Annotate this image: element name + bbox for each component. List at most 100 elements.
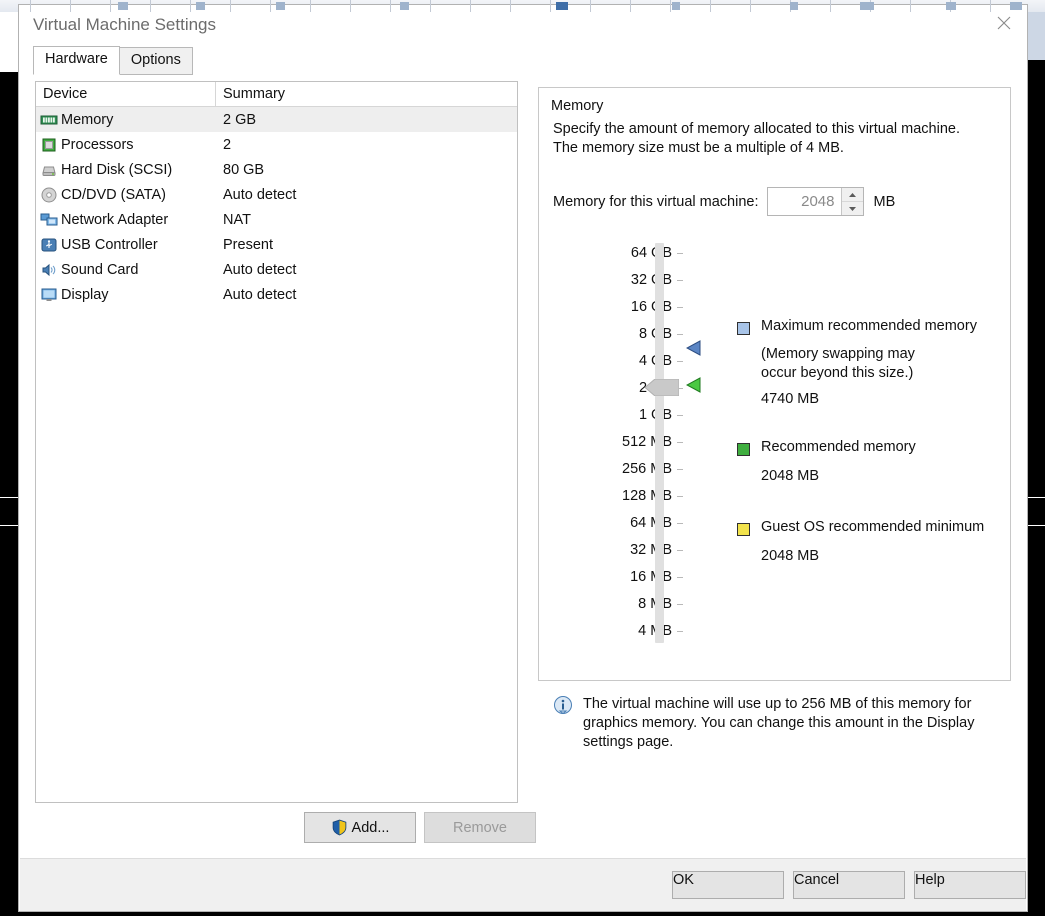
column-header-summary: Summary xyxy=(223,86,286,102)
tick-mark xyxy=(677,306,683,308)
legend-swatch-maximum xyxy=(737,322,750,335)
tab-hardware[interactable]: Hardware xyxy=(33,46,120,75)
background-toolbar-divider xyxy=(390,0,391,12)
graphics-memory-note: The virtual machine will use up to 256 M… xyxy=(552,695,1022,752)
memory-slider-thumb[interactable] xyxy=(644,378,680,397)
page-title: Virtual Machine Settings xyxy=(33,15,217,34)
summary-cell: 2 xyxy=(223,136,232,153)
add-button[interactable]: Add... xyxy=(304,812,416,843)
cd-dvd-icon xyxy=(41,187,57,202)
tick-mark xyxy=(677,495,683,497)
background-toolbar-divider xyxy=(70,0,71,12)
summary-cell: 80 GB xyxy=(223,161,265,178)
close-icon[interactable] xyxy=(981,5,1027,41)
legend-swatch-guest-os xyxy=(737,523,750,536)
device-cell: CD/DVD (SATA) xyxy=(36,186,216,204)
device-row-usb-controller[interactable]: USB Controller Present xyxy=(36,232,517,257)
background-toolbar-icon xyxy=(276,2,285,10)
background-toolbar-divider xyxy=(990,0,991,12)
memory-stepper[interactable] xyxy=(841,188,864,215)
device-row-network-adapter[interactable]: Network Adapter NAT xyxy=(36,207,517,232)
memory-field-row: Memory for this virtual machine: 2048 MB xyxy=(553,187,895,216)
network-adapter-icon xyxy=(40,213,58,225)
device-row-display[interactable]: Display Auto detect xyxy=(36,282,517,307)
device-list-header: Device Summary xyxy=(36,82,517,107)
background-toolbar-icon xyxy=(556,2,568,10)
device-label: Processors xyxy=(61,136,134,153)
background-toolbar-divider xyxy=(350,0,351,12)
device-row-processors[interactable]: Processors 2 xyxy=(36,132,517,157)
device-cell: Memory xyxy=(36,111,216,129)
background-toolbar-divider xyxy=(590,0,591,12)
legend-value-maximum: 4740 MB xyxy=(761,391,820,407)
column-header-device: Device xyxy=(36,82,216,106)
device-cell: Processors xyxy=(36,136,216,154)
scale-label: 16 GB xyxy=(630,299,672,315)
background-toolbar-divider xyxy=(30,0,31,12)
tab-options[interactable]: Options xyxy=(118,47,193,75)
hard-disk-icon xyxy=(42,166,56,176)
background-toolbar-divider xyxy=(670,0,671,12)
tick-mark xyxy=(677,549,683,551)
background-toolbar-divider xyxy=(150,0,151,12)
memory-slider-track[interactable] xyxy=(655,243,664,643)
stepper-up-icon[interactable] xyxy=(842,188,864,202)
tick-mark xyxy=(677,630,683,632)
remove-button[interactable]: Remove xyxy=(424,812,536,843)
device-label: USB Controller xyxy=(61,236,158,253)
summary-cell: Auto detect xyxy=(223,186,297,203)
remove-button-label: Remove xyxy=(453,819,507,836)
add-button-label: Add... xyxy=(351,819,390,836)
device-row-hard-disk[interactable]: Hard Disk (SCSI) 80 GB xyxy=(36,157,517,182)
help-button[interactable]: Help xyxy=(914,871,1026,899)
tick-mark xyxy=(677,576,683,578)
memory-icon xyxy=(40,115,58,124)
background-toolbar-icon xyxy=(1010,2,1022,10)
device-row-memory[interactable]: Memory 2 GB xyxy=(36,107,517,132)
background-toolbar-icon xyxy=(790,2,798,10)
legend-value-guest-os: 2048 MB xyxy=(761,548,820,564)
background-toolbar-icon xyxy=(118,2,128,10)
device-row-sound-card[interactable]: Sound Card Auto detect xyxy=(36,257,517,282)
background-toolbar-icon xyxy=(196,2,205,10)
background-toolbar-divider xyxy=(190,0,191,12)
scale-label: 64 GB xyxy=(630,245,672,261)
summary-cell: Auto detect xyxy=(223,286,297,303)
graphics-memory-note-text: The virtual machine will use up to 256 M… xyxy=(583,696,975,750)
scale-label: 16 MB xyxy=(630,569,672,585)
shield-icon xyxy=(332,819,346,836)
scale-label: 128 MB xyxy=(622,488,672,504)
info-icon xyxy=(554,696,572,715)
screen: Virtual Machine Settings Hardware Option… xyxy=(0,0,1045,916)
legend-swatch-recommended xyxy=(737,443,750,456)
cancel-button[interactable]: Cancel xyxy=(793,871,905,899)
legend-title-maximum: Maximum recommended memory xyxy=(761,318,977,334)
device-cell: Sound Card xyxy=(36,261,216,279)
memory-input[interactable]: 2048 xyxy=(767,187,865,216)
sound-card-icon xyxy=(42,263,56,276)
tick-mark xyxy=(677,522,683,524)
tab-strip: Hardware Options xyxy=(33,46,193,75)
processor-icon xyxy=(42,138,56,151)
maximum-recommended-marker xyxy=(685,340,704,356)
stepper-down-icon[interactable] xyxy=(842,202,863,215)
background-divider-4 xyxy=(1028,525,1045,526)
background-toolbar-divider xyxy=(270,0,271,12)
background-divider-1 xyxy=(0,497,18,498)
device-cell: Network Adapter xyxy=(36,211,216,229)
background-toolbar-divider xyxy=(470,0,471,12)
memory-field-label: Memory for this virtual machine: xyxy=(553,193,759,210)
tick-mark xyxy=(677,441,683,443)
tick-mark xyxy=(677,414,683,416)
scale-label: 64 MB xyxy=(630,515,672,531)
device-row-cd-dvd[interactable]: CD/DVD (SATA) Auto detect xyxy=(36,182,517,207)
ok-button[interactable]: OK xyxy=(672,871,784,899)
background-toolbar-divider xyxy=(910,0,911,12)
scale-label: 32 MB xyxy=(630,542,672,558)
summary-cell: NAT xyxy=(223,211,251,228)
background-toolbar-divider xyxy=(110,0,111,12)
device-list[interactable]: Device Summary Memory 2 GB Processors 2 … xyxy=(35,81,518,803)
summary-cell: Present xyxy=(223,236,273,253)
device-cell: Display xyxy=(36,286,216,304)
background-toolbar-divider xyxy=(630,0,631,12)
